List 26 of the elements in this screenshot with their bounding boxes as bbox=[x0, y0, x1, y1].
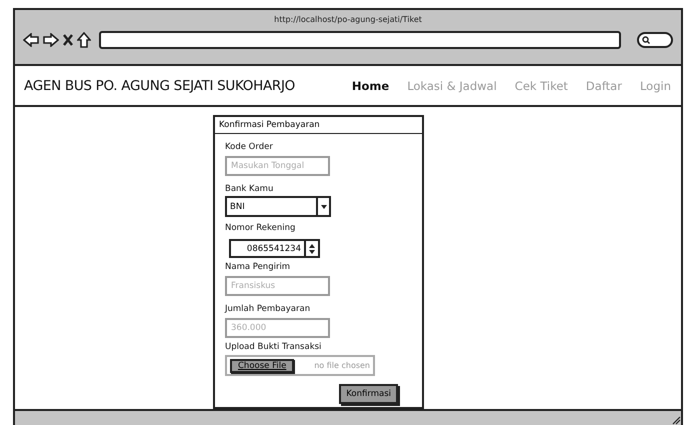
site-brand: AGEN BUS PO. AGUNG SEJATI SUKOHARJO bbox=[24, 78, 296, 94]
nav-link[interactable]: Home bbox=[352, 78, 390, 93]
field-label: Upload Bukti Transaksi bbox=[225, 342, 322, 352]
address-bar[interactable] bbox=[99, 31, 621, 49]
field-label: Bank Kamu bbox=[225, 184, 274, 194]
text-input-field[interactable]: Fransiskus bbox=[225, 276, 330, 296]
field-label: Kode Order bbox=[225, 142, 274, 152]
text-input-field[interactable]: Masukan Tonggal bbox=[225, 156, 330, 176]
search-field[interactable] bbox=[637, 32, 673, 48]
search-icon bbox=[642, 36, 650, 44]
form-title: Konfirmasi Pembayaran bbox=[215, 117, 422, 134]
bank-dropdown[interactable]: BNI bbox=[225, 196, 331, 218]
number-spinner-field[interactable]: 0865541234 bbox=[229, 239, 320, 258]
forward-arrow-icon[interactable] bbox=[43, 33, 59, 47]
spinner-arrows-icon bbox=[309, 244, 315, 254]
close-icon[interactable] bbox=[63, 34, 73, 46]
field-label: Jumlah Pembayaran bbox=[225, 304, 312, 314]
choose-file-button[interactable]: Choose File bbox=[230, 358, 294, 373]
url-text: http://localhost/po-agung-sejati/Tiket bbox=[273, 15, 423, 26]
file-status-text: no file chosen bbox=[314, 361, 370, 370]
field-label: Nomor Rekening bbox=[225, 223, 296, 234]
caret-icon bbox=[320, 204, 326, 209]
submit-button[interactable]: Konfirmasi bbox=[339, 384, 398, 404]
text-input-field[interactable]: 360.000 bbox=[225, 318, 330, 338]
field-label: Nama Pengirim bbox=[225, 262, 292, 272]
back-arrow-icon[interactable] bbox=[23, 33, 39, 47]
